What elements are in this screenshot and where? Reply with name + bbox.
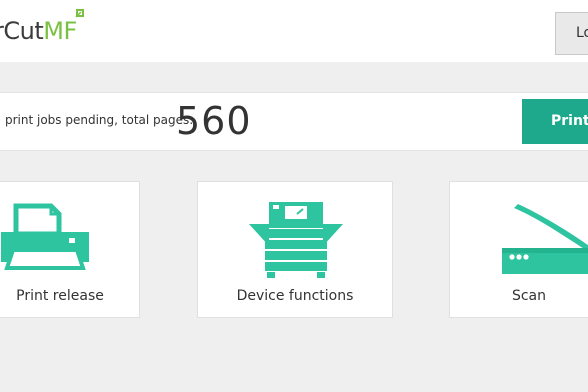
logout-button[interactable]: Lo — [555, 12, 588, 55]
device-functions-label: Device functions — [236, 288, 354, 304]
print-release-tile[interactable]: Print release — [0, 181, 140, 318]
multifunction-device-icon — [249, 202, 343, 278]
pending-jobs-label: print jobs pending, total pages: — [5, 113, 194, 127]
device-functions-tile[interactable]: Device functions — [197, 181, 393, 318]
scan-tile[interactable]: Scan — [449, 181, 588, 318]
printer-icon — [1, 203, 89, 270]
logo-main-text: rCut — [0, 17, 44, 45]
logo-leaf-icon — [75, 9, 84, 18]
logo-accent-text: MF — [43, 17, 77, 45]
header: rCutMF Lo — [0, 0, 588, 62]
total-pages-count: 560 — [176, 99, 252, 143]
scan-label: Scan — [511, 288, 547, 304]
app-logo: rCutMF — [0, 9, 84, 46]
print-release-label: Print release — [16, 288, 104, 304]
print-all-button[interactable]: Print A — [522, 99, 588, 144]
pending-jobs-bar: print jobs pending, total pages: 560 Pri… — [0, 92, 588, 151]
scanner-icon — [502, 204, 588, 274]
